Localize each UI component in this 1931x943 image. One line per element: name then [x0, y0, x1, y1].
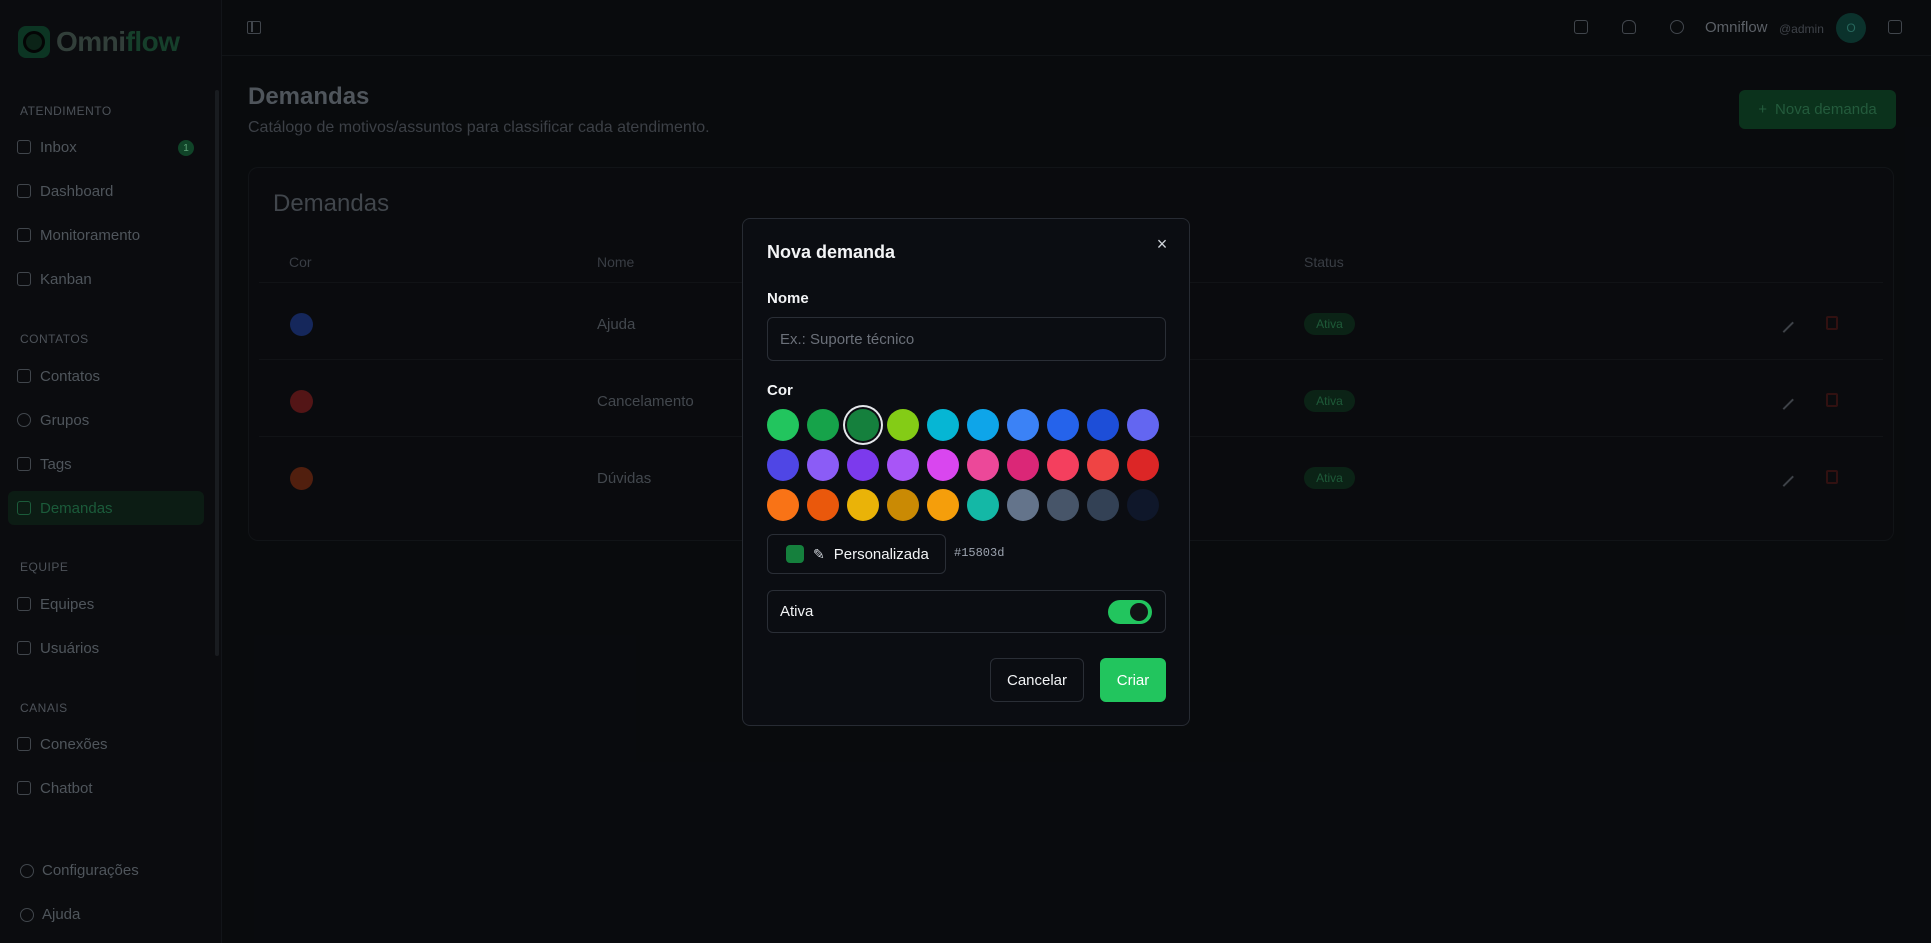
color-swatch[interactable]	[1087, 409, 1119, 441]
color-swatch[interactable]	[807, 409, 839, 441]
color-swatch[interactable]	[807, 449, 839, 481]
new-demand-dialog: Nova demanda × Nome Cor ✎ Personalizada …	[742, 218, 1190, 726]
color-swatch[interactable]	[767, 449, 799, 481]
color-swatch[interactable]	[1007, 449, 1039, 481]
close-icon[interactable]: ×	[1153, 235, 1171, 253]
color-swatch[interactable]	[767, 409, 799, 441]
custom-color-label: Personalizada	[833, 545, 929, 563]
color-swatch[interactable]	[927, 409, 959, 441]
toggle-knob	[1130, 603, 1148, 621]
custom-color-swatch	[786, 545, 804, 563]
color-swatch[interactable]	[847, 449, 879, 481]
color-swatch[interactable]	[1007, 489, 1039, 521]
color-swatch[interactable]	[1047, 449, 1079, 481]
color-swatch[interactable]	[887, 489, 919, 521]
color-swatch[interactable]	[967, 449, 999, 481]
create-button[interactable]: Criar	[1100, 658, 1166, 702]
name-input[interactable]	[767, 317, 1166, 361]
dialog-title: Nova demanda	[767, 242, 896, 262]
color-swatch[interactable]	[847, 409, 879, 441]
color-label: Cor	[767, 382, 793, 399]
color-swatch[interactable]	[967, 409, 999, 441]
color-swatch[interactable]	[1047, 409, 1079, 441]
color-swatch[interactable]	[847, 489, 879, 521]
color-swatch[interactable]	[767, 489, 799, 521]
color-swatch[interactable]	[967, 489, 999, 521]
name-label: Nome	[767, 290, 809, 307]
color-swatch[interactable]	[1087, 489, 1119, 521]
pipette-icon: ✎	[813, 545, 825, 562]
active-label: Ativa	[780, 603, 814, 620]
active-toggle[interactable]	[1108, 600, 1152, 624]
custom-color-hex: #15803d	[954, 546, 1005, 560]
cancel-button[interactable]: Cancelar	[990, 658, 1084, 702]
color-swatch[interactable]	[927, 449, 959, 481]
color-swatch[interactable]	[1087, 449, 1119, 481]
color-swatch[interactable]	[1127, 489, 1159, 521]
active-setting: Ativa	[767, 590, 1166, 633]
color-swatch[interactable]	[1007, 409, 1039, 441]
color-swatch[interactable]	[887, 449, 919, 481]
color-swatch[interactable]	[807, 489, 839, 521]
color-swatch[interactable]	[1127, 409, 1159, 441]
custom-color-button[interactable]: ✎ Personalizada	[767, 534, 946, 574]
color-swatch[interactable]	[1127, 449, 1159, 481]
color-swatch[interactable]	[927, 489, 959, 521]
color-swatch[interactable]	[1047, 489, 1079, 521]
color-swatch[interactable]	[887, 409, 919, 441]
